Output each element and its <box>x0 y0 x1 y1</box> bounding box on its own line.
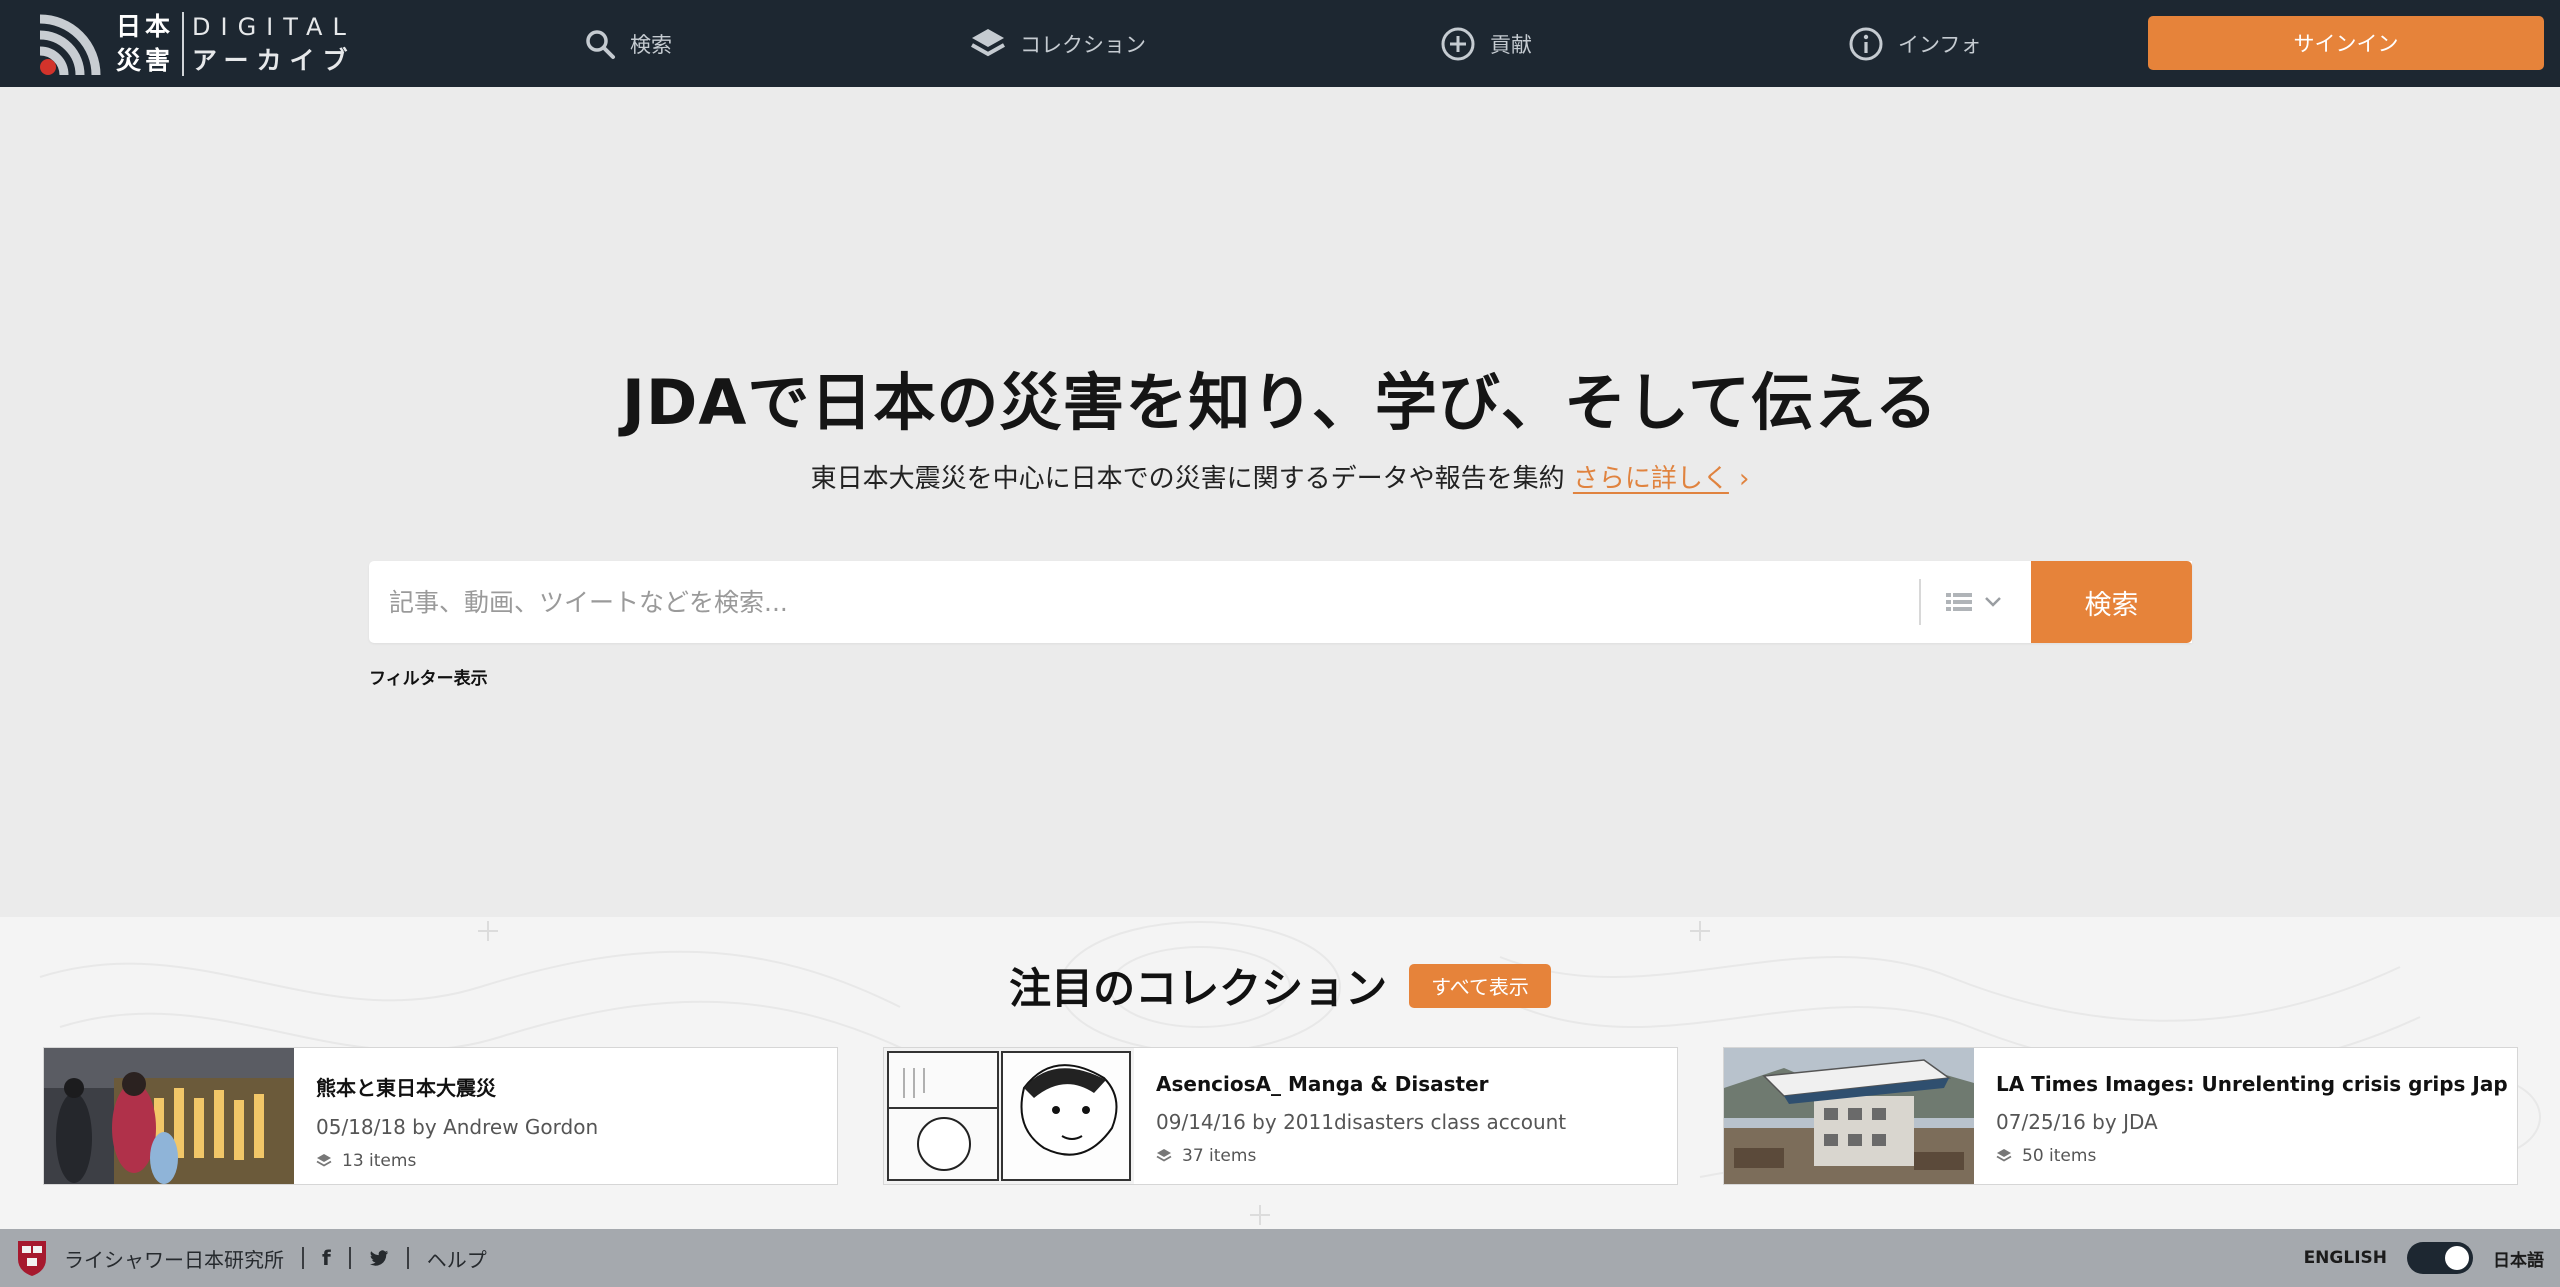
chevron-right-icon: › <box>1738 464 1750 494</box>
search-icon <box>586 29 615 59</box>
logo-en-bottom: アーカイブ <box>192 46 356 75</box>
collection-item-count: 50 items <box>1996 1146 2507 1166</box>
search-input[interactable] <box>389 561 1889 643</box>
nav-search-label: 検索 <box>630 32 672 57</box>
logo-signal-icon <box>36 9 102 79</box>
nav-collections-label: コレクション <box>1020 32 1146 57</box>
chevron-down-icon <box>1985 597 2001 607</box>
footer: ライシャワー日本研究所 f ヘルプ ENGLISH 日本語 <box>0 1229 2560 1287</box>
collection-title[interactable]: LA Times Images: Unrelenting crisis grip… <box>1996 1072 2507 1096</box>
collection-count-label: 13 items <box>342 1151 417 1171</box>
collection-thumbnail <box>884 1048 1134 1184</box>
nav-info[interactable]: インフォ <box>1848 0 1981 87</box>
layers-icon <box>1996 1149 2012 1162</box>
collection-title[interactable]: AsenciosA_ Manga & Disaster <box>1156 1072 1667 1096</box>
collection-meta: 09/14/16 by 2011disasters class account <box>1156 1110 1567 1134</box>
nav-collections[interactable]: コレクション <box>970 0 1146 87</box>
collection-title[interactable]: 熊本と東日本大震災 <box>316 1072 827 1101</box>
footer-divider <box>406 1247 409 1269</box>
collection-thumbnail <box>44 1048 294 1184</box>
layers-icon <box>971 28 1005 56</box>
nav-info-label: インフォ <box>1898 32 1982 57</box>
featured-collections-section: 注目のコレクション すべて表示 熊本と東日本大震災 05/18/18 by An… <box>0 917 2560 1229</box>
search-button[interactable]: 検索 <box>2031 561 2192 643</box>
collection-meta: 07/25/16 by JDA <box>1996 1110 2158 1134</box>
collection-thumbnail <box>1724 1048 1974 1184</box>
nav-contribute[interactable]: 貢献 <box>1440 0 1532 87</box>
help-link[interactable]: ヘルプ <box>427 1244 487 1273</box>
collection-item-count: 13 items <box>316 1151 827 1171</box>
lang-english-label[interactable]: ENGLISH <box>2304 1248 2387 1268</box>
collection-count-label: 50 items <box>2022 1146 2097 1166</box>
layers-icon <box>1156 1149 1172 1162</box>
list-view-icon <box>1946 593 1972 611</box>
harvard-shield-icon[interactable] <box>16 1239 48 1277</box>
hero-subtitle-text: 東日本大震災を中心に日本での災害に関するデータや報告を集約 <box>810 464 1565 494</box>
twitter-icon[interactable] <box>369 1249 389 1267</box>
lang-japanese-label[interactable]: 日本語 <box>2493 1246 2544 1271</box>
nav-contribute-label: 貢献 <box>1490 32 1532 57</box>
collection-card[interactable]: AsenciosA_ Manga & Disaster 09/14/16 by … <box>883 1047 1678 1185</box>
logo-divider <box>182 12 185 76</box>
facebook-icon[interactable]: f <box>322 1246 331 1270</box>
learn-more-link[interactable]: さらに詳しく <box>1573 464 1729 494</box>
layers-icon <box>316 1154 332 1167</box>
top-navigation-bar: 日本 災害 DIGITAL アーカイブ 検索 コレクション 貢献 インフォ サイ… <box>0 0 2560 87</box>
institute-link[interactable]: ライシャワー日本研究所 <box>64 1244 284 1273</box>
search-bar <box>369 561 2192 643</box>
search-divider <box>1919 579 1921 625</box>
view-all-button[interactable]: すべて表示 <box>1409 963 1551 1008</box>
collection-card[interactable]: LA Times Images: Unrelenting crisis grip… <box>1723 1047 2518 1185</box>
language-toggle[interactable] <box>2407 1242 2473 1274</box>
hero-subtitle: 東日本大震災を中心に日本での災害に関するデータや報告を集約 さらに詳しく › <box>0 458 2560 495</box>
plus-circle-icon <box>1441 27 1475 60</box>
show-filters-link[interactable]: フィルター表示 <box>369 664 488 689</box>
toggle-knob <box>2445 1246 2469 1270</box>
footer-divider <box>302 1247 304 1269</box>
logo-jp-bottom: 災害 <box>116 46 175 75</box>
featured-title: 注目のコレクション <box>1009 964 1388 1013</box>
collection-meta: 05/18/18 by Andrew Gordon <box>316 1115 599 1139</box>
logo-jp-top: 日本 <box>116 12 175 41</box>
collection-item-count: 37 items <box>1156 1146 1667 1166</box>
collection-card[interactable]: 熊本と東日本大震災 05/18/18 by Andrew Gordon 13 i… <box>43 1047 838 1185</box>
nav-search[interactable]: 検索 <box>584 0 672 87</box>
site-logo[interactable]: 日本 災害 DIGITAL アーカイブ <box>36 8 356 80</box>
signin-button[interactable]: サインイン <box>2148 16 2544 70</box>
logo-en-top: DIGITAL <box>192 13 356 41</box>
view-mode-dropdown[interactable] <box>1946 585 2016 619</box>
footer-divider <box>348 1247 351 1269</box>
info-icon <box>1849 27 1883 60</box>
collection-count-label: 37 items <box>1182 1146 1257 1166</box>
hero-title: JDAで日本の災害を知り、学び、そして伝える <box>621 366 1939 439</box>
